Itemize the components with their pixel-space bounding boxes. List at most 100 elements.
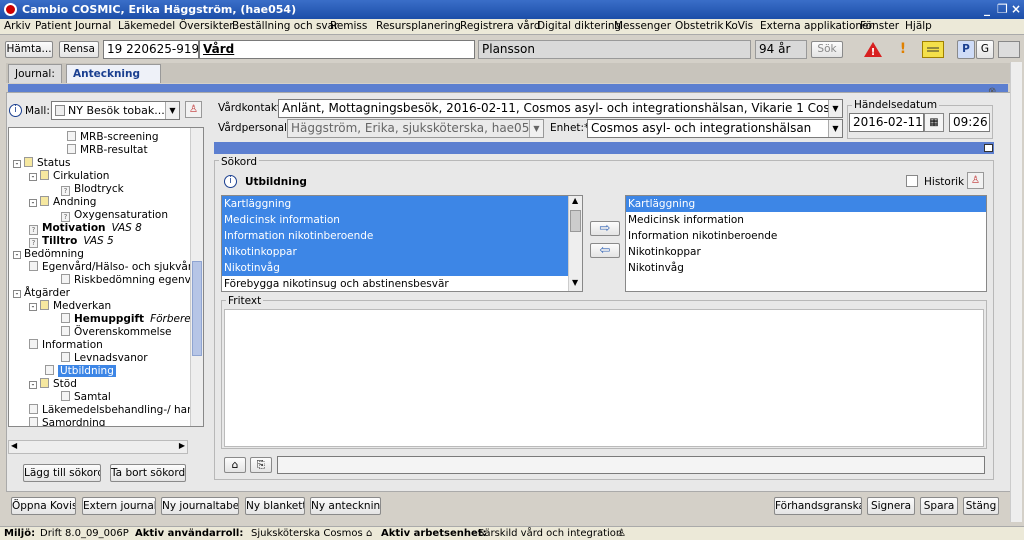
tree-node[interactable]: - Status: [13, 157, 70, 170]
tree-node[interactable]: Information: [29, 339, 103, 352]
menu-journal[interactable]: Journal: [75, 20, 111, 32]
menu-bestallning[interactable]: Beställning och svar: [232, 20, 338, 32]
tree-node[interactable]: ? Oxygensaturation: [61, 209, 168, 222]
tree-node[interactable]: ? Tilltro VAS 5: [29, 235, 114, 248]
remove-arrow-icon[interactable]: ⇦: [590, 243, 620, 258]
restore-icon[interactable]: ❐: [997, 2, 1008, 16]
tree-node[interactable]: Läkemedelsbehandling-/ han: [29, 404, 194, 417]
tree-node[interactable]: ? Motivation VAS 8: [29, 222, 142, 235]
collapse-icon[interactable]: [984, 144, 993, 152]
tree-node[interactable]: MRB-screening: [67, 131, 159, 144]
minimize-icon[interactable]: _: [984, 2, 990, 16]
mall-person-icon[interactable]: ♙: [185, 101, 202, 118]
tree-node[interactable]: Samtal: [61, 391, 111, 404]
selected-keywords-list[interactable]: Kartläggning Medicinsk information Informa…: [625, 195, 987, 292]
chevron-down-icon[interactable]: ▼: [828, 120, 842, 137]
chevron-down-icon[interactable]: ▼: [165, 102, 179, 119]
enhet-select[interactable]: Cosmos asyl- och integrationshälsan ▼: [587, 119, 843, 138]
spara-button[interactable]: Spara: [920, 497, 958, 515]
list-item[interactable]: Medicinsk information: [626, 212, 986, 228]
menu-digital-diktering[interactable]: Digital diktering: [537, 20, 621, 32]
menu-lakemedel[interactable]: Läkemedel: [118, 20, 175, 32]
rensa-button[interactable]: Rensa: [59, 41, 99, 58]
attachment-field[interactable]: [277, 456, 985, 474]
menu-resursplanering[interactable]: Resursplanering: [376, 20, 461, 32]
forhandsgranska-button[interactable]: Förhandsgranska: [774, 497, 862, 515]
tree-node[interactable]: - Cirkulation: [29, 170, 109, 183]
tree-hscrollbar[interactable]: ◀ ▶: [8, 440, 188, 454]
handelse-date-field[interactable]: 2016-02-11: [849, 113, 924, 132]
menu-messenger[interactable]: Messenger: [614, 20, 671, 32]
tree-node[interactable]: Levnadsvanor: [61, 352, 148, 365]
ny-blankett-button[interactable]: Ny blankett: [245, 497, 305, 515]
personnummer-field[interactable]: 19 220625-9190: [103, 40, 199, 59]
list-item[interactable]: Kartläggning: [626, 196, 986, 212]
vardkontakt-select[interactable]: Anlänt, Mottagningsbesök, 2016-02-11, Co…: [278, 99, 843, 118]
tree-node[interactable]: HemuppgiftFörberedels: [61, 313, 203, 326]
sok-button[interactable]: Sök: [811, 41, 843, 58]
collapse-icon[interactable]: -: [29, 381, 37, 389]
tree-node[interactable]: Utbildning: [45, 365, 116, 378]
tree-node[interactable]: - Stöd: [29, 378, 77, 391]
collapse-icon[interactable]: -: [29, 173, 37, 181]
menu-obstetrik[interactable]: Obstetrik: [675, 20, 723, 32]
fritext-textarea[interactable]: [224, 309, 984, 447]
user-icon[interactable]: ♙: [617, 528, 626, 539]
menu-kovis[interactable]: KoVis: [725, 20, 753, 32]
p-button[interactable]: P: [957, 40, 975, 59]
list-scrollbar[interactable]: ▲ ▼: [568, 196, 582, 291]
chevron-down-icon[interactable]: ▼: [828, 100, 842, 117]
menu-oversikter[interactable]: Översikter: [179, 20, 234, 32]
context-field[interactable]: Vård: [199, 40, 475, 59]
scroll-right-icon[interactable]: ▶: [179, 441, 185, 450]
tree-node[interactable]: Samordning: [29, 417, 105, 426]
list-item[interactable]: Nikotinvåg: [626, 260, 986, 276]
tree-node[interactable]: - Åtgärder: [13, 287, 70, 300]
menu-arkiv[interactable]: Arkiv: [4, 20, 31, 32]
menu-registrera-vard[interactable]: Registrera vård: [460, 20, 541, 32]
list-item[interactable]: Medicinsk information: [222, 212, 582, 228]
menu-fonster[interactable]: Fönster: [860, 20, 899, 32]
vardpersonal-select[interactable]: Häggström, Erika, sjuksköterska, hae054 …: [287, 119, 544, 138]
list-item[interactable]: Information nikotinberoende: [222, 228, 582, 244]
add-keyword-button[interactable]: Lägg till sökord: [23, 464, 101, 482]
handelse-time-field[interactable]: 09:26: [949, 113, 990, 132]
signera-button[interactable]: Signera: [867, 497, 915, 515]
historik-checkbox[interactable]: [906, 175, 918, 187]
close-icon[interactable]: ×: [1011, 2, 1021, 16]
tree-node[interactable]: Egenvård/Hälso- och sjukvård: [29, 261, 199, 274]
remove-keyword-button[interactable]: Ta bort sökord: [110, 464, 186, 482]
list-item[interactable]: Nikotinkoppar: [626, 244, 986, 260]
tree-scroll-thumb[interactable]: [192, 261, 202, 356]
tree-node[interactable]: MRB-resultat: [67, 144, 148, 157]
list-scroll-thumb[interactable]: [570, 210, 581, 232]
note-icon[interactable]: [922, 41, 944, 58]
menu-patient[interactable]: Patient: [35, 20, 72, 32]
add-arrow-icon[interactable]: ⇨: [590, 221, 620, 236]
menu-hjalp[interactable]: Hjälp: [905, 20, 932, 32]
tree-node[interactable]: - Andning: [29, 196, 96, 209]
calendar-icon[interactable]: ▦: [924, 113, 944, 132]
hamta-button[interactable]: Hämta...: [5, 41, 53, 58]
ny-anteckning-button[interactable]: Ny anteckning: [310, 497, 381, 515]
list-item[interactable]: Förebygga nikotinsug och abstinensbesvär: [222, 276, 582, 291]
warning-triangle-icon[interactable]: !: [863, 41, 883, 58]
attach-icon[interactable]: ⌂: [224, 457, 246, 473]
tree-node[interactable]: ? Blodtryck: [61, 183, 124, 196]
tree-scrollbar[interactable]: [190, 128, 203, 426]
list-item[interactable]: Nikotinkoppar: [222, 244, 582, 260]
list-item[interactable]: Kartläggning: [222, 196, 582, 212]
list-item[interactable]: Information nikotinberoende: [626, 228, 986, 244]
scroll-left-icon[interactable]: ◀: [11, 441, 17, 450]
extern-journal-button[interactable]: Extern journal: [82, 497, 156, 515]
tree-node[interactable]: Riskbedömning egenvård: [61, 274, 203, 287]
tab-journal[interactable]: Journal:: [8, 64, 62, 83]
ny-journaltabell-button[interactable]: Ny journaltabell: [161, 497, 239, 515]
tree-node[interactable]: - Medverkan: [29, 300, 111, 313]
mall-select[interactable]: NY Besök tobak... ▼: [51, 101, 180, 120]
stang-button[interactable]: Stäng: [963, 497, 999, 515]
historik-person-icon[interactable]: ♙: [967, 172, 984, 189]
tool-icon[interactable]: [998, 41, 1020, 58]
paperclip-icon[interactable]: ⎘: [250, 457, 272, 473]
chevron-down-icon[interactable]: ▼: [529, 120, 543, 137]
